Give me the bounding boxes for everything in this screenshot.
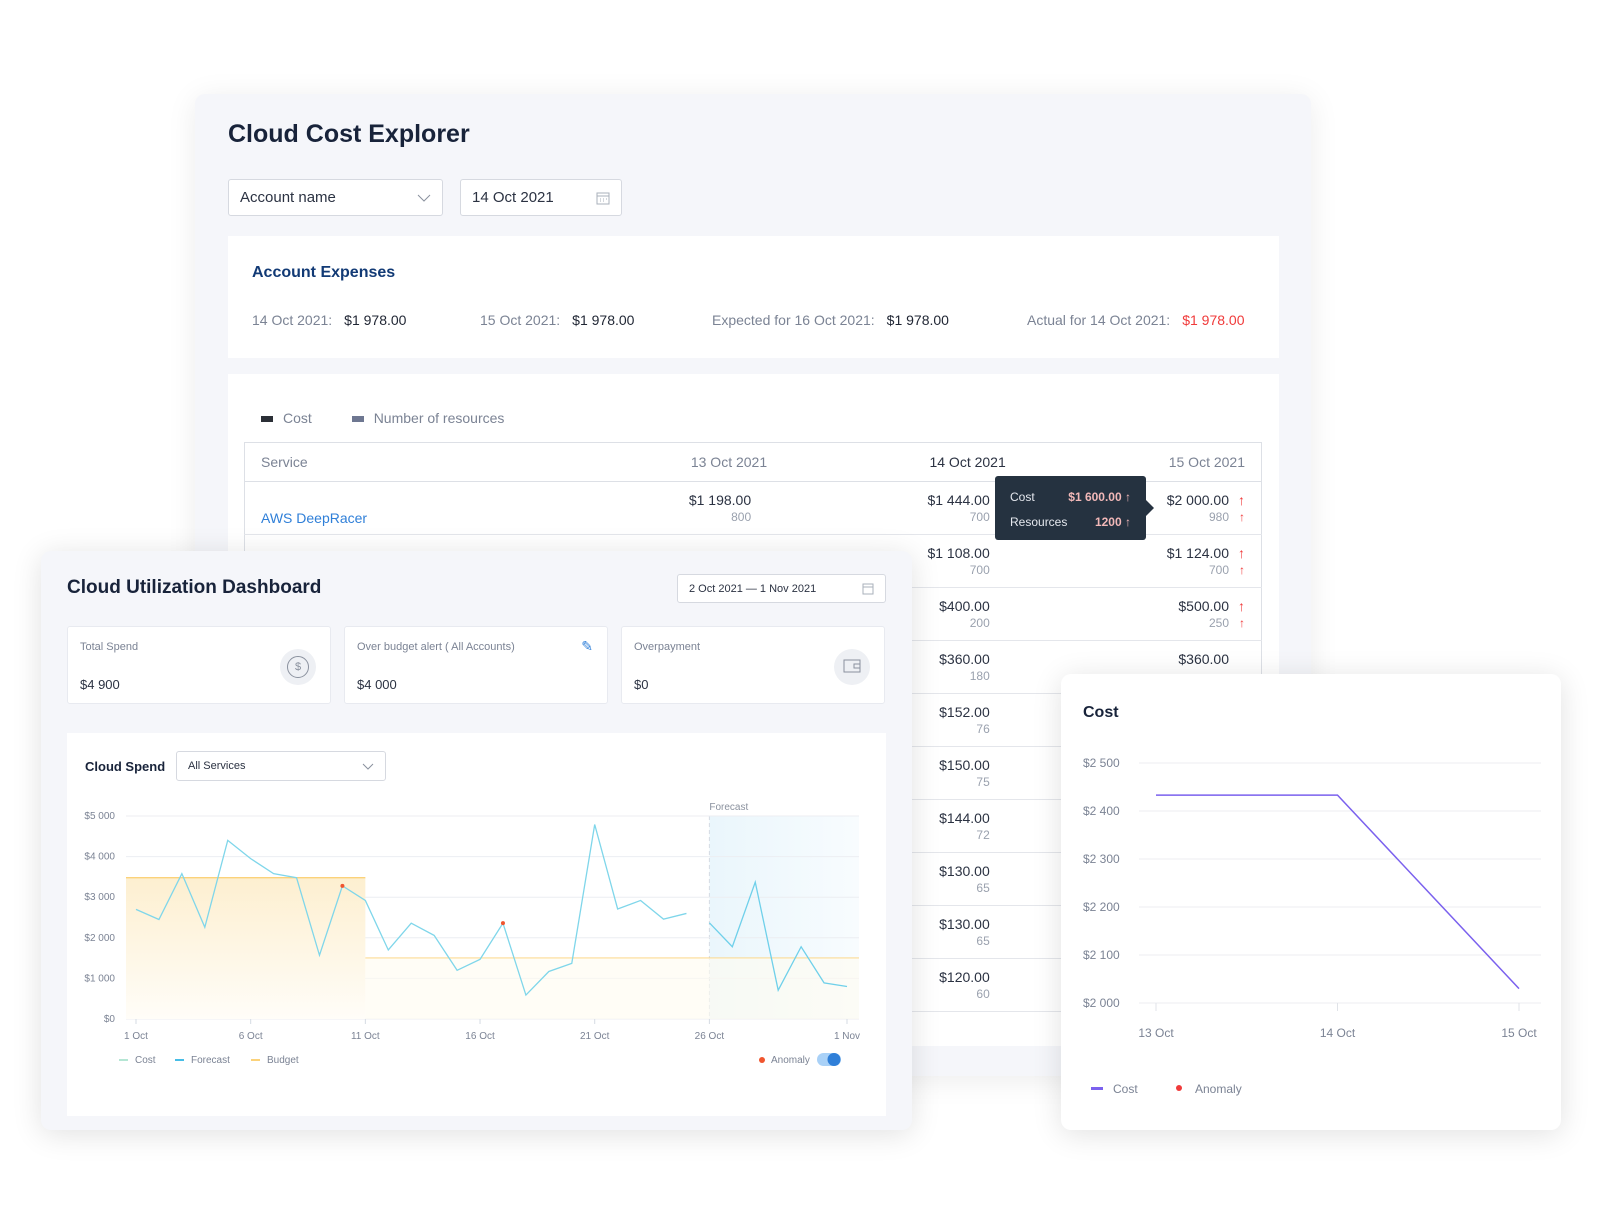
cost-line-chart: Cost $2 000 $2 100 $2 200 $2 300 $2 400 $2 500… [1083, 704, 1541, 1096]
date-input[interactable]: 14 Oct 2021 [460, 179, 622, 216]
y-tick-label: $2 200 [1083, 900, 1120, 914]
column-header: Service [244, 442, 545, 482]
y-tick-label: $0 [104, 1014, 116, 1025]
expense-item-actual: Actual for 14 Oct 2021: $1 978.00 [1027, 312, 1245, 328]
cost-line [1156, 794, 1520, 990]
legend-swatch [251, 1059, 260, 1061]
chart-title: Cost [1083, 704, 1119, 721]
calendar-icon [596, 192, 610, 204]
x-tick-label: 13 Oct [1138, 1026, 1174, 1040]
y-tick-label: $5 000 [84, 811, 115, 822]
legend-label: Forecast [191, 1055, 230, 1066]
date-range-input[interactable]: 2 Oct 2021 — 1 Nov 2021 [677, 574, 886, 603]
arrow-up-icon: ↑ [1239, 615, 1245, 630]
x-tick-label: 11 Oct [351, 1031, 380, 1042]
budget-area [365, 958, 859, 1019]
arrow-up-icon: ↑ [1125, 489, 1131, 504]
wallet-icon [834, 649, 870, 685]
pencil-icon[interactable]: ✎ [581, 638, 593, 655]
chevron-down-icon [417, 194, 431, 202]
y-tick-label: $2 500 [1083, 756, 1120, 770]
date-value: 14 Oct 2021 [472, 189, 554, 206]
legend-label: Cost [1113, 1082, 1138, 1096]
arrow-up-icon: ↑ [1238, 491, 1245, 508]
legend-cost[interactable]: Cost [261, 410, 312, 426]
expense-item: 14 Oct 2021: $1 978.00 [252, 312, 407, 328]
y-tick-label: $1 000 [84, 973, 115, 984]
section-title: Account Expenses [252, 264, 396, 281]
forecast-label: Forecast [709, 802, 748, 813]
arrow-up-icon: ↑ [1238, 597, 1245, 614]
expense-item: 15 Oct 2021: $1 978.00 [480, 312, 635, 328]
legend-swatch [119, 1059, 128, 1061]
x-tick-label: 15 Oct [1501, 1026, 1537, 1040]
x-tick-label: 26 Oct [695, 1031, 725, 1042]
kpi-over-budget-alert: Over budget alert ( All Accounts) $4 000 … [344, 626, 608, 704]
x-tick-label: 14 Oct [1320, 1026, 1356, 1040]
toggle-knob [827, 1053, 841, 1066]
anomaly-legend-dot [759, 1057, 765, 1063]
y-tick-label: $3 000 [84, 892, 115, 903]
account-expenses-panel: Account Expenses 14 Oct 2021: $1 978.00 1… [228, 236, 1279, 358]
legend-label: Anomaly [1195, 1082, 1242, 1096]
legend-label: Cost [135, 1055, 156, 1066]
legend-swatch [175, 1059, 184, 1061]
table-legend: Cost Number of resources [261, 410, 504, 426]
kpi-overpayment: Overpayment $0 [621, 626, 885, 704]
column-header: 14 Oct 2021 [783, 442, 1022, 482]
arrow-up-icon: ↑ [1238, 544, 1245, 561]
y-tick-label: $2 100 [1083, 948, 1120, 962]
x-tick-label: 21 Oct [580, 1031, 610, 1042]
account-name-select[interactable]: Account name [228, 179, 443, 216]
cell-d13: $1 198.00 800 [544, 481, 784, 535]
y-tick-label: $2 300 [1083, 852, 1120, 866]
y-tick-label: $4 000 [84, 852, 115, 863]
column-header: 13 Oct 2021 [544, 442, 784, 482]
y-tick-label: $2 000 [84, 933, 115, 944]
service-name[interactable]: AWS DeepRacer [244, 481, 545, 535]
kpi-total-spend: Total Spend $4 900 $ [67, 626, 331, 704]
y-tick-label: $2 000 [1083, 996, 1120, 1010]
anomaly-toggle[interactable] [817, 1053, 841, 1066]
cost-chart-card: Cost $2 000 $2 100 $2 200 $2 300 $2 400 $2 500… [1061, 674, 1561, 1130]
anomaly-point [340, 883, 345, 888]
expense-item: Expected for 16 Oct 2021: $1 978.00 [712, 312, 949, 328]
x-tick-label: 6 Oct [239, 1031, 263, 1042]
x-tick-label: 1 Nov [834, 1031, 860, 1042]
arrow-up-icon: ↑ [1239, 509, 1245, 524]
cell-d14: $1 444.00 700 [783, 481, 1022, 535]
date-range-value: 2 Oct 2021 — 1 Nov 2021 [689, 582, 817, 595]
x-tick-label: 1 Oct [124, 1031, 148, 1042]
calendar-icon [862, 583, 874, 594]
cell-d15: $500.00 ↑ 250 ↑ [1021, 587, 1262, 641]
legend-label: Budget [267, 1055, 299, 1066]
arrow-up-icon: ↑ [1239, 562, 1245, 577]
utilization-dashboard-window: Cloud Utilization Dashboard 2 Oct 2021 —… [41, 551, 912, 1130]
x-tick-label: 16 Oct [465, 1031, 495, 1042]
page-title: Cloud Cost Explorer [228, 120, 470, 148]
cloud-spend-panel: Cloud Spend All Services Forecast $0 $1 00… [67, 733, 886, 1116]
cell-tooltip: Cost $1 600.00 ↑ Resources 1200 ↑ [995, 476, 1154, 540]
budget-area [126, 877, 366, 1019]
arrow-up-icon: ↑ [1125, 514, 1131, 529]
legend-resources[interactable]: Number of resources [351, 410, 504, 426]
cell-d15: $1 124.00 ↑ 700 ↑ [1021, 534, 1262, 588]
anomaly-legend-label: Anomaly [771, 1055, 810, 1066]
y-tick-label: $2 400 [1083, 804, 1120, 818]
dollar-coin-icon: $ [280, 649, 316, 685]
account-select-value: Account name [240, 189, 336, 206]
legend-swatch [1091, 1087, 1103, 1090]
anomaly-point [500, 921, 505, 926]
anomaly-legend-dot [1176, 1085, 1182, 1091]
cloud-spend-chart: Forecast $0 $1 000 $2 000 $3 000 $4 000 $5 000… [84, 802, 860, 1066]
dashboard-title: Cloud Utilization Dashboard [67, 577, 322, 598]
